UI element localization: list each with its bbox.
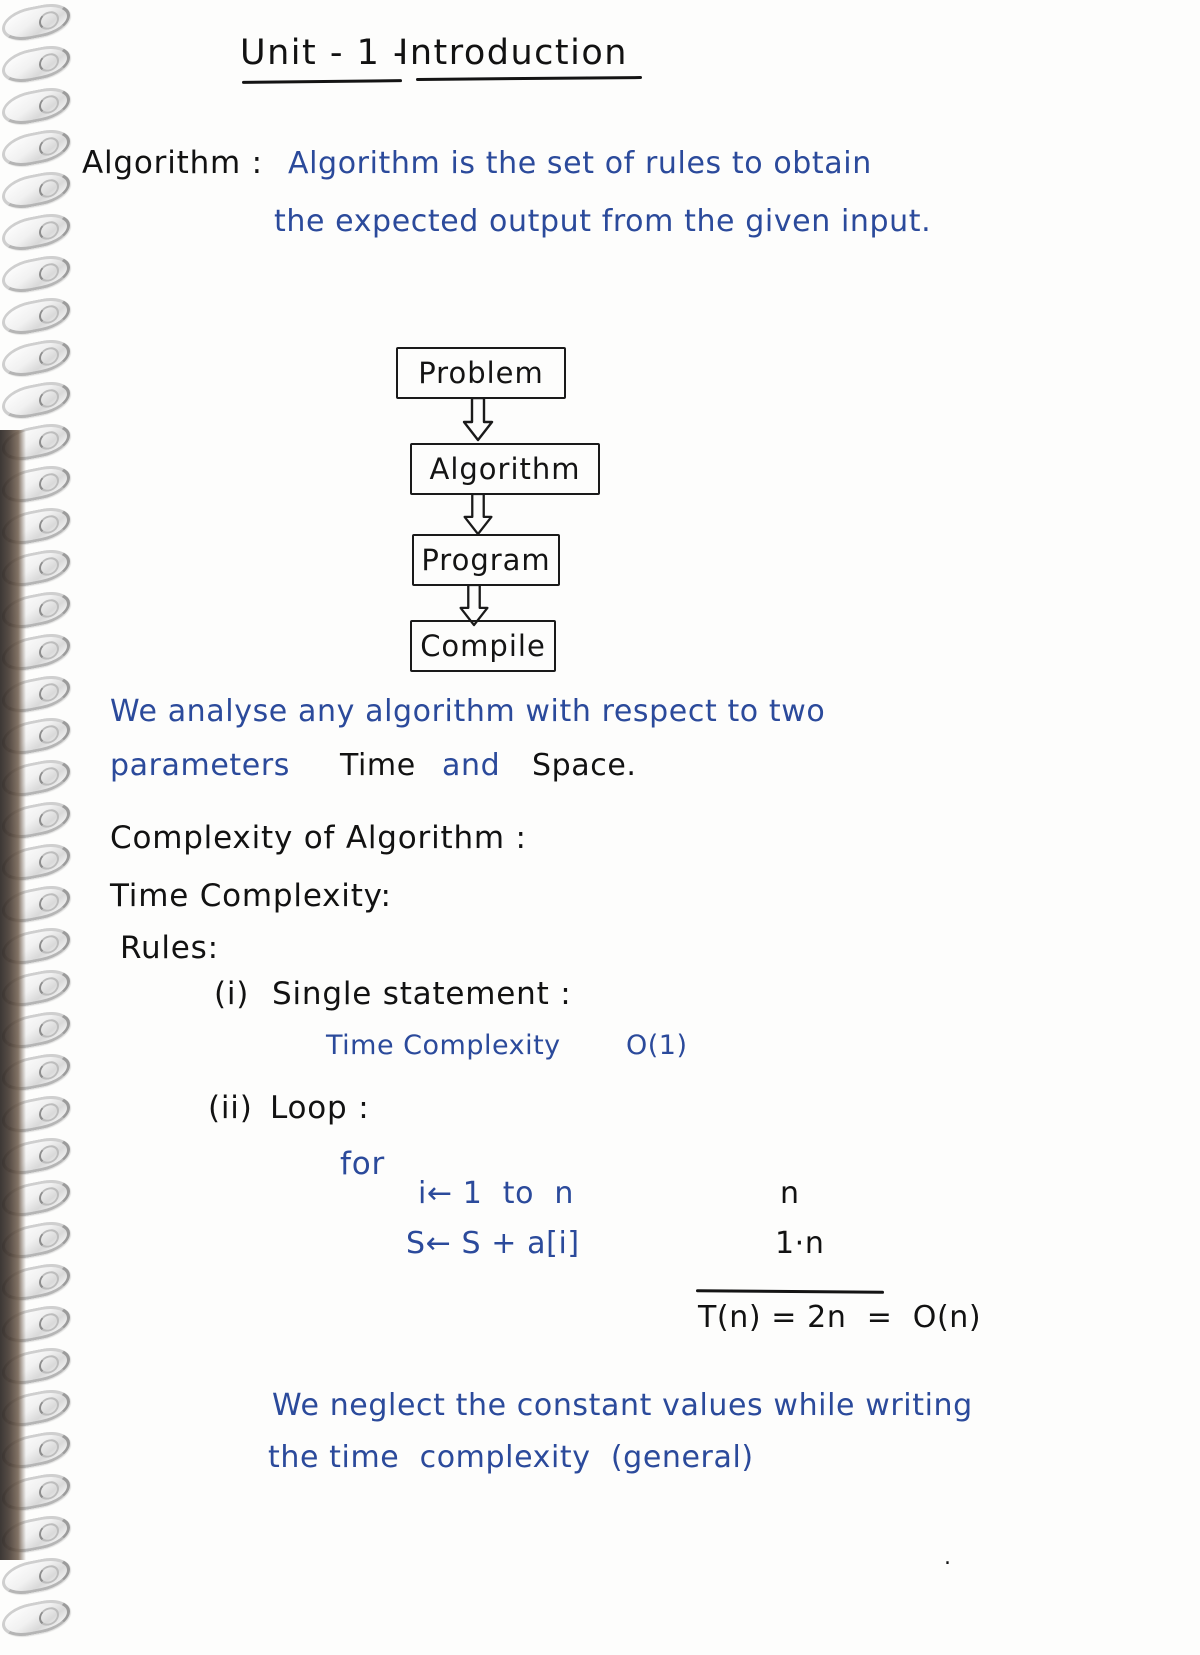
rule-2-keyword-for: for [340,1146,386,1182]
analysis-space-word: Space. [532,748,637,783]
title-underline-left [241,79,403,84]
flow-arrow-down-1 [462,398,494,442]
algorithm-label: Algorithm : [82,145,263,181]
rule-2-code-line-1: i← 1 to n [418,1176,574,1211]
note-line-1: We neglect the constant values while wri… [272,1388,973,1423]
page-title-left: Unit - 1 - [240,33,408,73]
spiral-ring [2,83,70,129]
page-title-right: Introduction [398,33,628,73]
analysis-time-word: Time [340,748,416,783]
rule-2-cost-1: n [780,1176,800,1211]
rules-label: Rules: [120,930,219,966]
rule-2-code-line-2: S← S + a[i] [406,1226,580,1261]
spiral-ring [2,125,70,171]
rule-1-body-value: O(1) [626,1030,688,1061]
spiral-ring [2,1553,70,1599]
rule-2-title: Loop : [270,1090,370,1126]
rule-1-marker: (i) [214,976,250,1012]
spiral-ring [2,167,70,213]
spiral-ring [2,41,70,87]
analysis-parameters-word: parameters [110,748,291,783]
rule-2-cost-2: 1·n [775,1226,825,1261]
time-complexity-subheading: Time Complexity: [110,878,392,914]
flow-node-problem: Problem [396,347,566,399]
rule-1-body-label: Time Complexity [326,1030,561,1061]
analysis-line-1: We analyse any algorithm with respect to… [110,694,826,729]
rule-2-result: T(n) = 2n = O(n) [698,1300,982,1335]
flow-arrow-down-2 [463,494,493,536]
spiral-ring [2,251,70,297]
spiral-ring [2,1595,70,1641]
spiral-ring [2,335,70,381]
algorithm-definition-line-1: Algorithm is the set of rules to obtain [288,146,872,181]
flow-node-program: Program [412,534,560,586]
notebook-page: Unit - 1 - Introduction Algorithm : Algo… [0,0,1200,1655]
complexity-heading: Complexity of Algorithm : [110,820,527,856]
flow-node-compile: Compile [410,620,556,672]
analysis-and-word: and [442,748,501,783]
note-line-2: the time complexity (general) [268,1440,754,1475]
flow-node-algorithm: Algorithm [410,443,600,495]
spiral-ring [2,293,70,339]
algorithm-definition-line-2: the expected output from the given input… [274,204,932,239]
rule-1-title: Single statement : [272,976,572,1012]
binding-shadow-strip [0,430,26,1560]
spiral-ring [2,209,70,255]
title-underline-right [415,76,643,81]
rule-2-marker: (ii) [208,1090,253,1126]
spiral-ring [2,377,70,423]
spiral-ring [2,0,70,45]
stray-ink-dot: . [944,1545,952,1570]
cost-sum-rule-line [695,1289,885,1294]
